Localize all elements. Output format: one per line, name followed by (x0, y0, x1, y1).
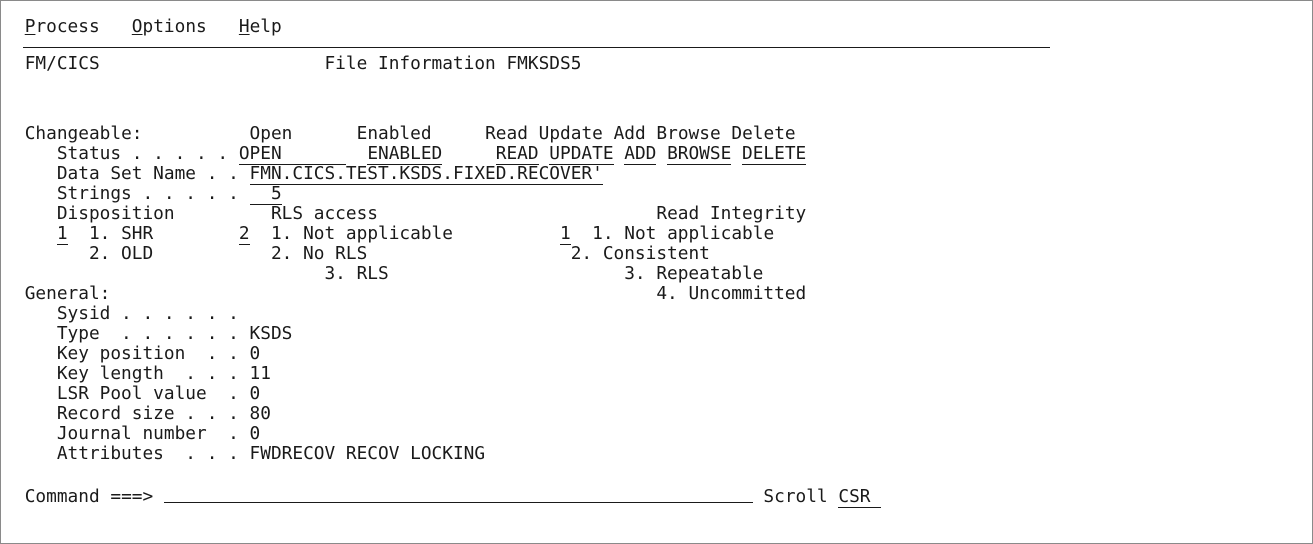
integrity-label: Read Integrity (656, 203, 807, 224)
status-read-field[interactable]: READ (495, 144, 539, 165)
rls-label: RLS access (270, 203, 379, 224)
panel-title: File Information FMKSDS5 (324, 53, 582, 74)
status-open-field[interactable]: OPEN (238, 144, 346, 165)
col-enabled: Enabled (356, 123, 432, 144)
strings-row: Strings . . . . . 5 (14, 183, 282, 205)
disposition-option: 1. SHR (88, 223, 154, 244)
panel-header: FM/CICS File Information FMKSDS5 (14, 53, 582, 74)
menu-options[interactable]: Options (132, 16, 207, 37)
status-add-field[interactable]: ADD (624, 144, 657, 165)
recsize-label: Record size . . . (56, 403, 239, 424)
keypos-label: Key position . . (56, 343, 239, 364)
status-label: Status . . . . . (56, 143, 229, 164)
terminal-screen: Process Options Help FM/CICS File Inform… (0, 0, 1313, 544)
menu-separator (23, 47, 1050, 48)
rls-option: 2. No RLS (270, 243, 368, 264)
menu-process[interactable]: Process (25, 16, 100, 37)
integrity-option: 4. Uncommitted (656, 283, 807, 304)
recsize-value: 80 (249, 403, 271, 424)
rls-option: 3. RLS (324, 263, 389, 284)
dsn-row: Data Set Name . . FMN.CICS.TEST.KSDS.FIX… (14, 163, 604, 185)
command-row: Command ===> Scroll CSR (14, 486, 881, 508)
menu-help[interactable]: Help (239, 16, 282, 37)
dsn-field[interactable]: FMN.CICS.TEST.KSDS.FIXED.RECOVER' (249, 164, 604, 185)
journal-label: Journal number . (56, 423, 239, 444)
sysid-label: Sysid . . . . . . (56, 303, 239, 324)
options-row-3: 3. RLS 3. Repeatable (14, 264, 763, 284)
integrity-field[interactable]: 1 (560, 224, 571, 245)
general-label: General: (24, 283, 111, 304)
integrity-option: 1. Not applicable (592, 223, 775, 244)
attributes-row: Attributes . . . FWDRECOV RECOV LOCKING (14, 444, 485, 464)
sysid-row: Sysid . . . . . . (14, 304, 250, 324)
keypos-row: Key position . . 0 (14, 344, 260, 364)
strings-label: Strings . . . . . (56, 183, 239, 204)
status-row: Status . . . . . OPEN ENABLED READ UPDAT… (14, 143, 807, 165)
scroll-label: Scroll (763, 486, 828, 507)
attributes-value: FWDRECOV RECOV LOCKING (249, 443, 486, 464)
lsr-row: LSR Pool value . 0 (14, 384, 260, 404)
status-browse-field[interactable]: BROWSE (667, 144, 732, 165)
type-label: Type . . . . . . (56, 323, 239, 344)
rls-field[interactable]: 2 (238, 224, 250, 245)
scroll-field[interactable]: CSR (838, 487, 881, 508)
changeable-header-row: Changeable: Open Enabled Read Update Add… (14, 124, 796, 144)
keypos-value: 0 (249, 343, 261, 364)
keylen-value: 11 (249, 363, 271, 384)
rls-option: 1. Not applicable (270, 223, 453, 244)
col-open: Open (249, 123, 293, 144)
command-label: Command ===> (24, 486, 154, 507)
options-header-row: Disposition RLS access Read Integrity (14, 204, 806, 224)
strings-field[interactable]: 5 (249, 184, 282, 205)
disposition-option: 2. OLD (88, 243, 154, 264)
options-row-2: 2. OLD 2. No RLS 2. Consistent (14, 244, 710, 264)
col-read: Read (485, 123, 528, 144)
keylen-row: Key length . . . 11 (14, 364, 271, 384)
attributes-label: Attributes . . . (56, 443, 239, 464)
recsize-row: Record size . . . 80 (14, 404, 271, 424)
lsr-label: LSR Pool value . (56, 383, 239, 404)
status-delete-field[interactable]: DELETE (742, 144, 807, 165)
type-row: Type . . . . . . KSDS (14, 323, 293, 344)
col-delete: Delete (731, 123, 796, 144)
status-update-field[interactable]: UPDATE (549, 144, 614, 165)
integrity-option: 2. Consistent (570, 243, 710, 264)
disposition-label: Disposition (56, 203, 175, 224)
disposition-field[interactable]: 1 (56, 224, 68, 245)
menu-bar: Process Options Help (14, 17, 282, 37)
lsr-value: 0 (249, 383, 261, 404)
col-update: Update (538, 123, 603, 144)
app-id: FM/CICS (24, 53, 100, 74)
options-row-1: 1 1. SHR 2 1. Not applicable 1 1. Not ap… (14, 223, 775, 245)
col-add: Add (613, 123, 646, 144)
type-value: KSDS (249, 323, 293, 344)
journal-value: 0 (249, 423, 261, 444)
general-header-row: General: 4. Uncommitted (14, 283, 807, 304)
col-browse: Browse (656, 123, 721, 144)
dsn-label: Data Set Name . . (56, 163, 239, 184)
changeable-label: Changeable: (24, 123, 143, 144)
integrity-option: 3. Repeatable (624, 263, 764, 284)
status-enabled-field[interactable]: ENABLED (367, 144, 442, 165)
keylen-label: Key length . . . (56, 363, 239, 384)
journal-row: Journal number . 0 (14, 424, 260, 444)
